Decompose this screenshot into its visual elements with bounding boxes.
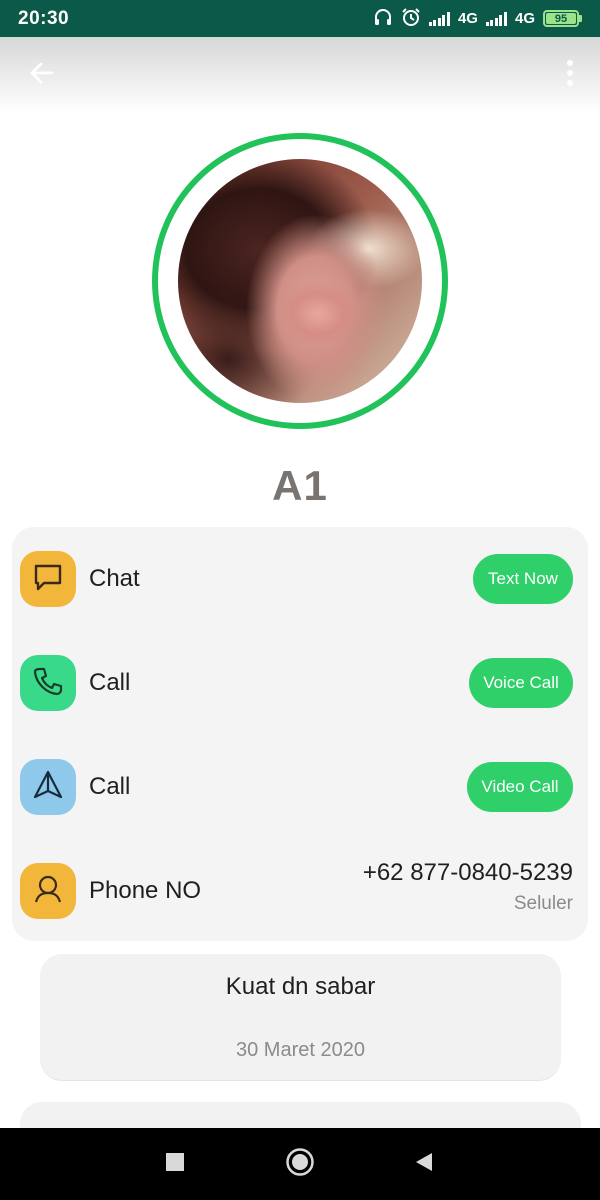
- network-label-2: 4G: [514, 10, 535, 27]
- phone-icon: [30, 663, 66, 704]
- signal-icon: [485, 11, 507, 26]
- alarm-icon: [401, 7, 421, 31]
- video-call-button[interactable]: Video Call: [467, 762, 573, 812]
- circle-icon: [285, 1147, 315, 1182]
- more-options-button[interactable]: [560, 57, 580, 93]
- chat-bubble-icon: [30, 559, 66, 600]
- contact-name: A1: [272, 462, 328, 509]
- back-nav-button[interactable]: [408, 1148, 440, 1180]
- network-label-1: 4G: [457, 10, 478, 27]
- person-icon-tile: [20, 863, 76, 919]
- back-button[interactable]: [24, 57, 60, 93]
- action-row-video-call: Call Video Call: [20, 757, 580, 817]
- recents-button[interactable]: [159, 1148, 191, 1180]
- action-label-call: Call: [89, 669, 131, 696]
- phone-number-block[interactable]: +62 877-0840-5239 Seluler: [363, 859, 573, 915]
- phone-type: Seluler: [513, 893, 573, 914]
- status-bar: 20:30 4G 4G 95: [0, 0, 600, 37]
- actions-card: Chat Text Now Call Voice Call Call Video…: [12, 527, 588, 941]
- paper-plane-icon-tile: [20, 759, 76, 815]
- status-time: 20:30: [18, 7, 70, 29]
- about-text: Kuat dn sabar: [225, 973, 376, 1000]
- battery-level: 95: [546, 13, 576, 25]
- phone-number: +62 877-0840-5239: [362, 859, 573, 886]
- phone-icon-tile: [20, 655, 76, 711]
- action-label-chat: Chat: [89, 565, 140, 592]
- voice-call-button[interactable]: Voice Call: [469, 658, 573, 708]
- avatar[interactable]: [178, 159, 422, 403]
- arrow-left-icon: [28, 59, 56, 92]
- action-label-call: Call: [89, 773, 131, 800]
- triangle-back-icon: [413, 1151, 435, 1178]
- action-row-phone-number: Phone NO +62 877-0840-5239 Seluler: [20, 859, 580, 921]
- home-button[interactable]: [284, 1147, 316, 1182]
- text-now-button[interactable]: Text Now: [473, 554, 573, 604]
- action-row-chat: Chat Text Now: [20, 549, 580, 609]
- paper-plane-icon: [30, 767, 66, 808]
- more-vertical-icon: [566, 59, 574, 92]
- about-card: Kuat dn sabar 30 Maret 2020: [40, 954, 561, 1081]
- chat-icon-tile: [20, 551, 76, 607]
- signal-icon: [428, 11, 450, 26]
- top-bar: [0, 37, 600, 112]
- battery-icon: 95: [543, 10, 582, 27]
- status-icons: 4G 4G 95: [373, 7, 582, 31]
- avatar-ring: [152, 133, 448, 429]
- action-label-phone-no: Phone NO: [89, 877, 202, 904]
- navigation-bar: [0, 1128, 600, 1200]
- headphones-icon: [373, 7, 393, 31]
- action-row-voice-call: Call Voice Call: [20, 653, 580, 713]
- about-date: 30 Maret 2020: [236, 1039, 365, 1061]
- person-icon: [30, 871, 66, 912]
- square-icon: [165, 1152, 185, 1177]
